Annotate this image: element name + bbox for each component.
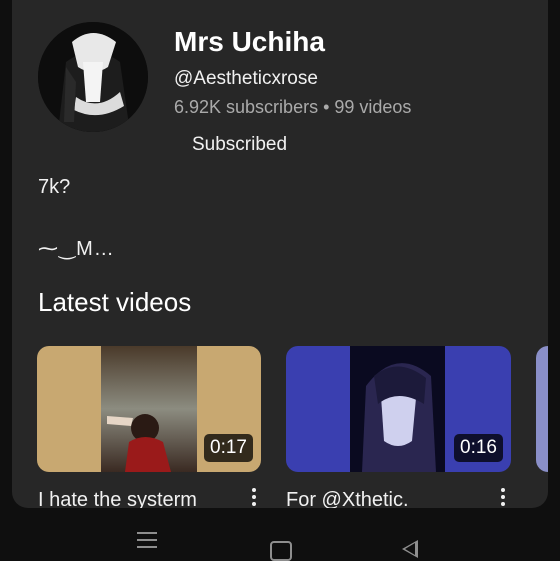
latest-videos-heading: Latest videos: [38, 287, 192, 317]
channel-sheet: Mrs Uchiha @Aestheticxrose 6.92K subscri…: [12, 0, 548, 508]
channel-avatar[interactable]: [38, 22, 148, 132]
more-options-icon[interactable]: [496, 486, 510, 508]
more-options-icon[interactable]: [247, 486, 261, 508]
subscribed-button[interactable]: Subscribed: [192, 134, 287, 156]
recent-apps-icon[interactable]: [137, 532, 157, 553]
channel-handle: @Aestheticxrose: [174, 68, 318, 89]
video-title[interactable]: I hate the systerm: [38, 489, 197, 508]
video-thumbnail[interactable]: [536, 346, 548, 472]
video-duration: 0:17: [204, 434, 253, 462]
channel-description-line: 7k?: [38, 176, 71, 198]
back-icon[interactable]: [402, 540, 418, 558]
channel-description-line: ⁓‿M…: [38, 238, 115, 260]
video-thumbnail[interactable]: 0:16: [286, 346, 511, 472]
channel-stats: 6.92K subscribers • 99 videos: [174, 97, 412, 117]
home-icon[interactable]: [270, 541, 292, 561]
avatar-image: [38, 22, 148, 132]
video-title[interactable]: For @Xthetic.: [286, 489, 409, 508]
channel-name: Mrs Uchiha: [174, 26, 325, 57]
video-duration: 0:16: [454, 434, 503, 462]
video-thumbnail[interactable]: 0:17: [37, 346, 261, 472]
